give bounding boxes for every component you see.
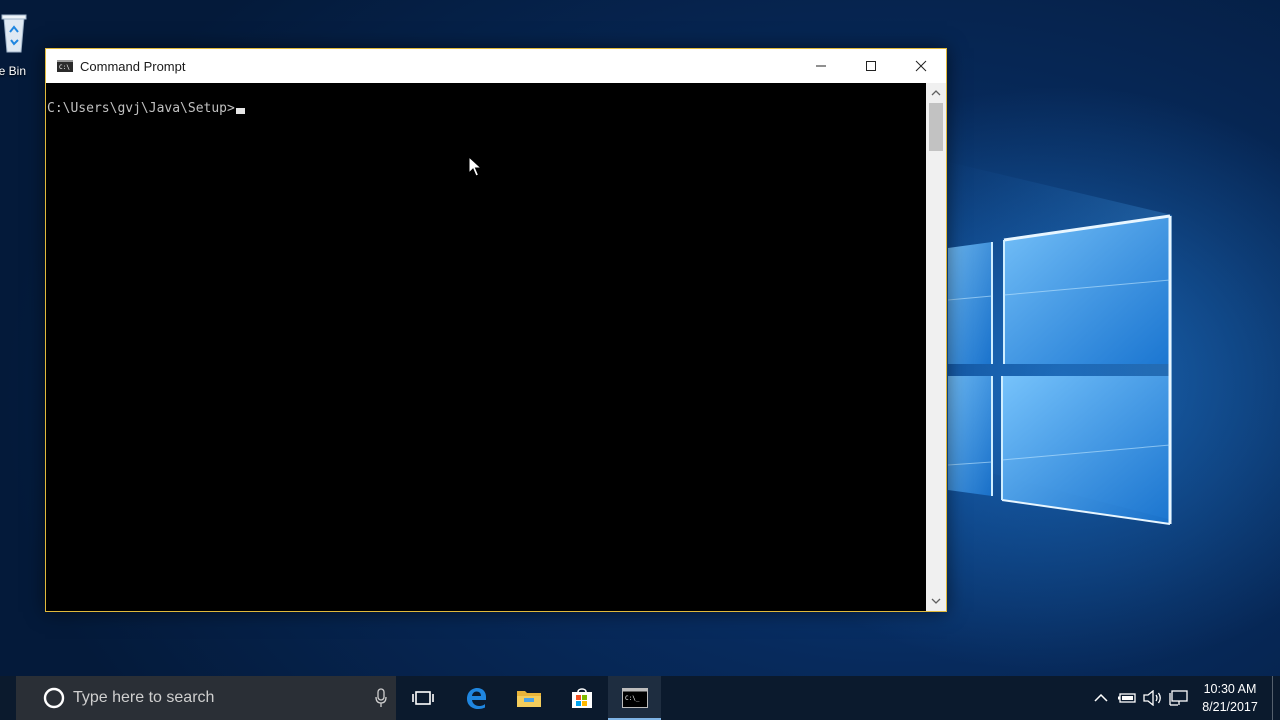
microphone-icon[interactable] (374, 688, 388, 708)
minimize-button[interactable] (796, 49, 846, 83)
taskbar-search-box[interactable]: Type here to search (16, 676, 396, 720)
taskbar-store-button[interactable] (555, 676, 608, 720)
system-tray: 10:30 AM 8/21/2017 (1088, 676, 1280, 720)
mouse-pointer-icon (468, 156, 482, 177)
taskbar-file-explorer-button[interactable] (502, 676, 555, 720)
chevron-up-icon (931, 90, 941, 96)
task-view-button[interactable] (396, 676, 449, 720)
maximize-button[interactable] (846, 49, 896, 83)
maximize-icon (866, 61, 876, 71)
taskbar-clock[interactable]: 10:30 AM 8/21/2017 (1192, 680, 1268, 716)
console-output[interactable]: C:\Users\gvj\Java\Setup> (46, 83, 926, 611)
scroll-thumb[interactable] (929, 103, 943, 151)
recycle-bin-icon (1, 14, 27, 53)
scroll-up-button[interactable] (926, 85, 946, 101)
command-prompt-icon: C:\_ (621, 688, 648, 708)
volume-button[interactable] (1140, 676, 1166, 720)
search-placeholder: Type here to search (73, 689, 215, 706)
start-button[interactable] (0, 676, 16, 720)
clock-date: 8/21/2017 (1202, 700, 1258, 714)
command-prompt-app-icon: C:\ (57, 60, 73, 72)
console-prompt: C:\Users\gvj\Java\Setup> (47, 101, 235, 116)
taskbar: Type here to search C:\_ 10:30 AM 8/21/2… (0, 676, 1280, 720)
svg-text:C:\: C:\ (59, 64, 70, 71)
vertical-scrollbar[interactable] (926, 83, 946, 611)
task-view-icon (411, 691, 434, 705)
show-desktop-button[interactable] (1272, 676, 1280, 720)
recycle-bin-shortcut[interactable]: cle Bin (0, 4, 50, 84)
minimize-icon (816, 65, 826, 67)
battery-button[interactable] (1114, 676, 1140, 720)
text-cursor (235, 108, 245, 114)
taskbar-command-prompt-button[interactable]: C:\_ (608, 676, 661, 720)
network-icon (1169, 690, 1188, 706)
window-title: Command Prompt (80, 58, 186, 74)
command-prompt-window[interactable]: C:\ Command Prompt C:\Users\gvj\Java\Set… (45, 48, 947, 612)
window-titlebar[interactable]: C:\ Command Prompt (46, 49, 946, 83)
clock-time: 10:30 AM (1203, 682, 1257, 696)
store-icon (571, 688, 592, 708)
volume-icon (1143, 690, 1161, 706)
edge-icon (466, 688, 486, 709)
file-explorer-icon (516, 691, 541, 707)
taskbar-edge-button[interactable] (449, 676, 502, 720)
battery-icon (1118, 693, 1136, 703)
recycle-bin-label: cle Bin (0, 64, 27, 78)
desktop: cle Bin C:\ Command Prompt (0, 0, 1280, 676)
close-button[interactable] (896, 49, 946, 83)
svg-text:C:\_: C:\_ (625, 695, 640, 702)
network-button[interactable] (1166, 676, 1192, 720)
cortana-icon (43, 687, 65, 709)
show-hidden-icons-button[interactable] (1088, 676, 1114, 720)
scroll-down-button[interactable] (926, 593, 946, 609)
close-icon (915, 60, 927, 72)
chevron-up-icon (1094, 694, 1108, 702)
chevron-down-icon (931, 598, 941, 604)
